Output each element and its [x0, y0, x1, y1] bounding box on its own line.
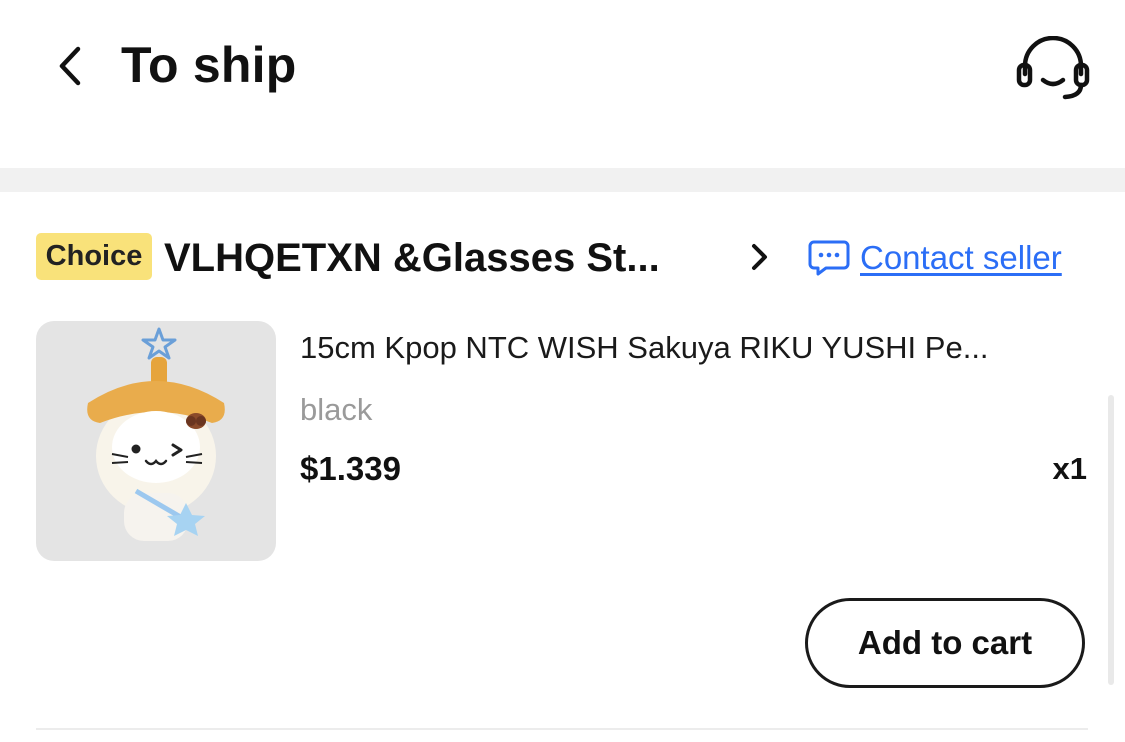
store-header: Choice VLHQETXN &Glasses St... Contact s… — [36, 228, 1091, 288]
add-to-cart-button[interactable]: Add to cart — [805, 598, 1085, 688]
choice-badge: Choice — [36, 233, 152, 280]
top-bar: To ship — [0, 0, 1125, 168]
contact-seller-label: Contact seller — [860, 239, 1062, 276]
chat-bubble-icon — [808, 239, 850, 277]
section-separator — [0, 168, 1125, 192]
store-name-link[interactable]: VLHQETXN &Glasses St... — [164, 232, 724, 284]
scrollbar[interactable] — [1108, 395, 1114, 685]
product-thumbnail[interactable] — [36, 321, 276, 561]
contact-seller-button[interactable]: Contact seller — [808, 232, 1062, 284]
divider — [36, 728, 1088, 730]
plush-toy-image — [87, 327, 225, 541]
product-variant: black — [300, 392, 373, 427]
customer-support-button[interactable] — [1008, 34, 1098, 104]
chevron-left-icon — [55, 44, 85, 88]
page-title: To ship — [121, 37, 297, 93]
product-title[interactable]: 15cm Kpop NTC WISH Sakuya RIKU YUSHI Pe.… — [300, 326, 1090, 370]
chevron-right-icon[interactable] — [744, 240, 774, 274]
product-price: $1.339 — [300, 450, 401, 487]
headset-support-icon — [1015, 36, 1091, 102]
product-quantity: x1 — [1052, 451, 1087, 486]
back-button[interactable] — [44, 40, 96, 92]
